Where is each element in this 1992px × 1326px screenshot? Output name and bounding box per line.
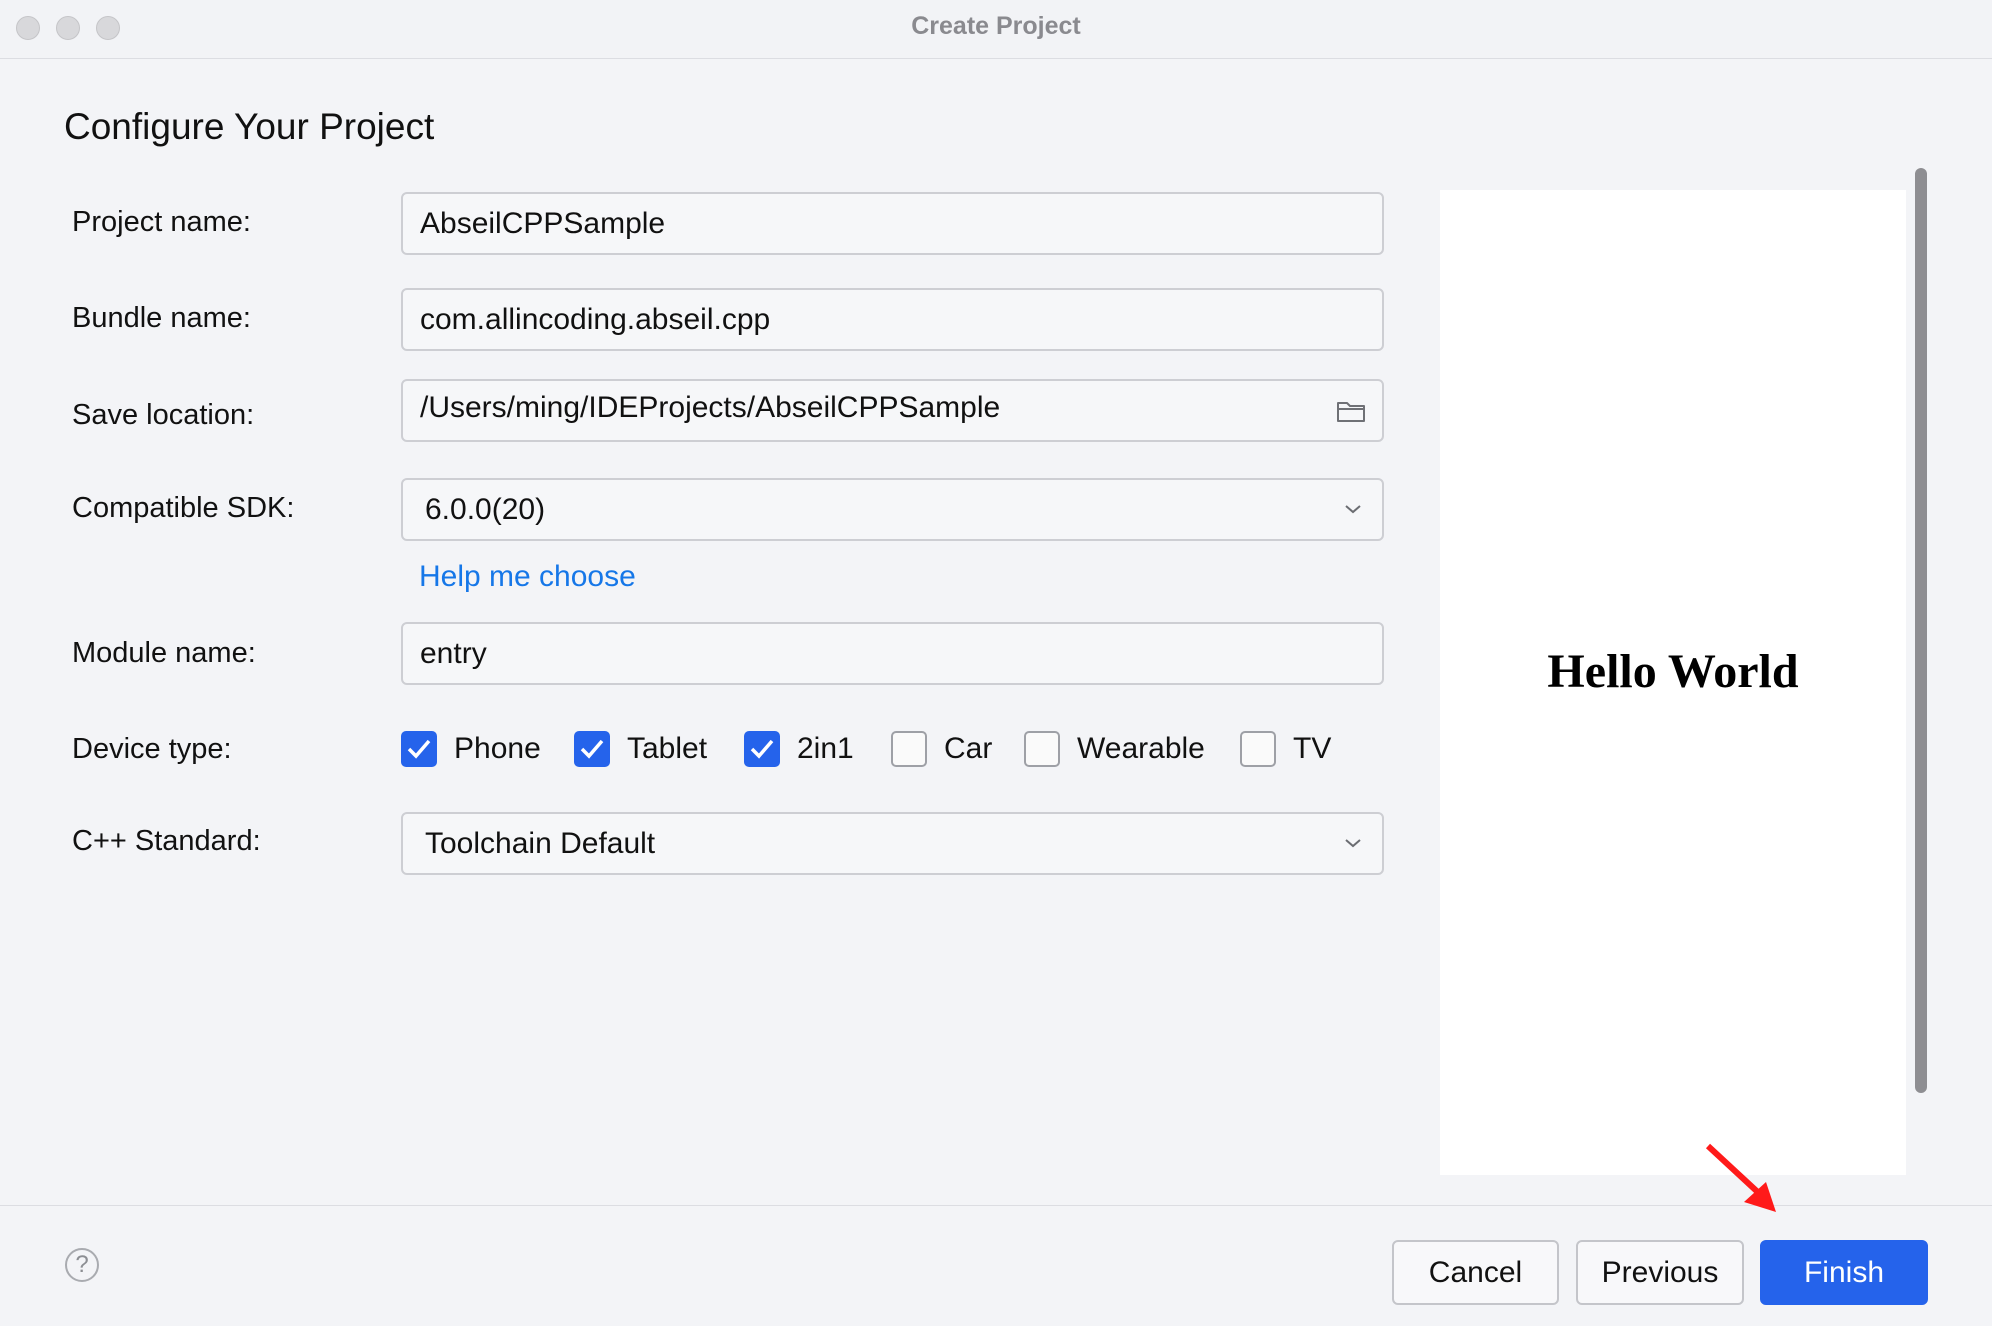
previous-button[interactable]: Previous bbox=[1576, 1240, 1744, 1305]
project-name-field[interactable]: AbseilCPPSample bbox=[401, 192, 1384, 255]
footer-divider bbox=[0, 1205, 1992, 1206]
cancel-button[interactable]: Cancel bbox=[1392, 1240, 1559, 1305]
bundle-name-field[interactable]: com.allincoding.abseil.cpp bbox=[401, 288, 1384, 351]
annotation-arrow-icon bbox=[1705, 1143, 1776, 1212]
tablet-checkbox[interactable] bbox=[574, 731, 610, 767]
cpp-standard-select[interactable]: Toolchain Default bbox=[401, 812, 1384, 875]
checkmark-icon bbox=[750, 739, 774, 759]
preview-hello-text: Hello World bbox=[1547, 645, 1799, 698]
car-checkbox[interactable] bbox=[891, 731, 927, 767]
page-title: Configure Your Project bbox=[64, 106, 435, 147]
window-title: Create Project bbox=[911, 12, 1081, 40]
project-name-label: Project name: bbox=[72, 206, 251, 238]
2in1-checkbox[interactable] bbox=[744, 731, 780, 767]
help-me-choose-link[interactable]: Help me choose bbox=[419, 560, 636, 594]
chevron-down-icon bbox=[1344, 836, 1362, 854]
compatible-sdk-value: 6.0.0(20) bbox=[425, 493, 546, 526]
chevron-down-icon bbox=[1344, 502, 1362, 520]
title-bar: Create Project bbox=[0, 0, 1992, 59]
save-location-label: Save location: bbox=[72, 399, 255, 431]
question-icon[interactable]: ? bbox=[65, 1248, 99, 1282]
module-name-field[interactable]: entry bbox=[401, 622, 1384, 685]
module-name-label: Module name: bbox=[72, 637, 256, 669]
tv-checkbox[interactable] bbox=[1240, 731, 1276, 767]
template-preview: Hello World bbox=[1440, 190, 1906, 1175]
device-type-label: Device type: bbox=[72, 733, 232, 765]
checkmark-icon bbox=[407, 739, 431, 759]
phone-label[interactable]: Phone bbox=[454, 732, 541, 766]
project-name-value: AbseilCPPSample bbox=[420, 207, 666, 240]
module-name-value: entry bbox=[420, 637, 487, 670]
compatible-sdk-select[interactable]: 6.0.0(20) bbox=[401, 478, 1384, 541]
save-location-value: /Users/ming/IDEProjects/AbseilCPPSample bbox=[420, 391, 1001, 424]
car-label[interactable]: Car bbox=[944, 732, 992, 766]
phone-checkbox[interactable] bbox=[401, 731, 437, 767]
compatible-sdk-label: Compatible SDK: bbox=[72, 492, 295, 524]
tv-label[interactable]: TV bbox=[1293, 732, 1331, 766]
wearable-checkbox[interactable] bbox=[1024, 731, 1060, 767]
2in1-label[interactable]: 2in1 bbox=[797, 732, 854, 766]
scrollbar[interactable] bbox=[1915, 168, 1927, 1093]
bundle-name-label: Bundle name: bbox=[72, 302, 251, 334]
folder-icon[interactable] bbox=[1336, 399, 1366, 428]
finish-button[interactable]: Finish bbox=[1760, 1240, 1928, 1305]
cpp-standard-value: Toolchain Default bbox=[425, 827, 656, 860]
tablet-label[interactable]: Tablet bbox=[627, 732, 707, 766]
wearable-label[interactable]: Wearable bbox=[1077, 732, 1205, 766]
save-location-field[interactable]: /Users/ming/IDEProjects/AbseilCPPSample bbox=[401, 379, 1384, 442]
checkmark-icon bbox=[580, 739, 604, 759]
bundle-name-value: com.allincoding.abseil.cpp bbox=[420, 303, 771, 336]
cpp-standard-label: C++ Standard: bbox=[72, 825, 261, 857]
